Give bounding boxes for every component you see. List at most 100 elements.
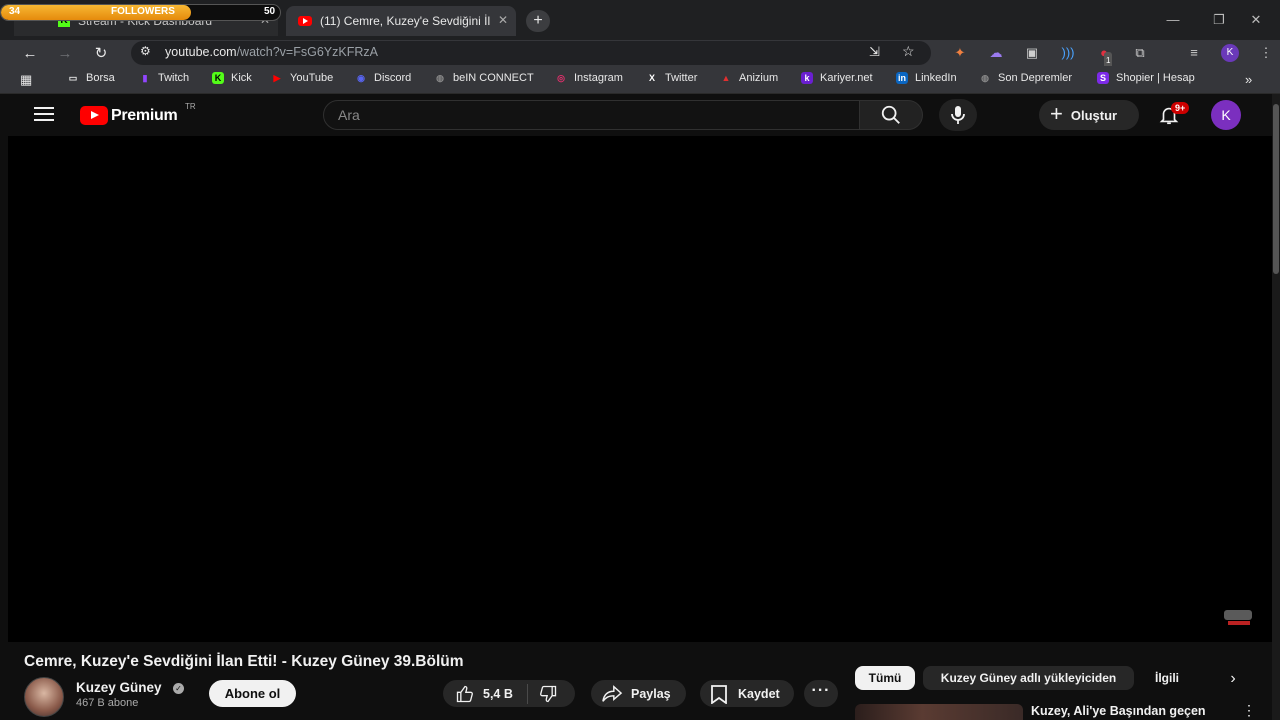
bookmark-item[interactable]: ◍ beIN CONNECT [434, 72, 534, 84]
tab-youtube-video[interactable]: (11) Cemre, Kuzey'e Sevdiğini İl ✕ [286, 6, 516, 36]
bookmarks-bar: ▦ » ▭ Borsa ▮ Twitch K Kick ▶ YouTube ◉ Discord ◍ b… [0, 66, 1280, 94]
x-icon: X [648, 73, 655, 83]
close-tab-icon[interactable]: ✕ [498, 13, 508, 27]
subscribe-button[interactable]: Abone ol [209, 680, 296, 707]
plus-icon: + [1050, 101, 1063, 126]
bookmark-item[interactable]: ◍ Son Depremler [979, 72, 1072, 84]
notifications-button[interactable]: 9+ [1158, 102, 1190, 128]
bookmark-item[interactable]: ▮ Twitch [139, 72, 190, 84]
kick-icon: K [212, 72, 224, 84]
globe-icon: ◍ [981, 73, 989, 83]
audio-extension-icon[interactable]: ))) [1059, 44, 1077, 62]
save-label: Kaydet [738, 686, 780, 701]
followers-goal: 50 [264, 6, 276, 17]
video-player[interactable] [8, 136, 1272, 642]
bookmark-label: Kick [231, 72, 252, 84]
minimize-icon[interactable]: — [1158, 10, 1188, 30]
chip-from-uploader[interactable]: Kuzey Güney adlı yükleyiciden [923, 666, 1134, 690]
create-button[interactable]: + Oluştur [1039, 100, 1139, 130]
save-button[interactable]: Kaydet [700, 680, 794, 707]
channel-avatar[interactable] [24, 677, 64, 717]
restore-icon[interactable]: ❐ [1204, 10, 1234, 30]
bookmark-item[interactable]: ▲ Anizium [720, 72, 779, 84]
dislike-button[interactable] [538, 684, 558, 704]
search-button[interactable] [859, 100, 923, 130]
search-box [323, 100, 860, 130]
bookmark-label: beIN CONNECT [453, 72, 534, 84]
browser-toolbar: ← → ↻ ⚙ youtube.com/watch?v=FsG6YzKFRzA … [0, 40, 1280, 70]
recommended-video-thumbnail[interactable] [855, 704, 1023, 720]
site-info-icon[interactable]: ⚙ [140, 44, 151, 58]
bookmark-item[interactable]: in LinkedIn [896, 72, 957, 84]
anizium-icon: ▲ [721, 73, 731, 83]
bookmark-label: Shopier | Hesap [1116, 72, 1195, 84]
share-button[interactable]: Paylaş [591, 680, 686, 707]
page-scrollbar[interactable] [1272, 94, 1280, 720]
cloud-extension-icon[interactable]: ☁ [987, 44, 1005, 62]
like-dislike-bar: 5,4 B [443, 680, 575, 707]
notification-badge: 9+ [1171, 102, 1190, 114]
bookmark-item[interactable]: K Kick [212, 72, 252, 84]
forward-icon[interactable]: → [54, 43, 76, 65]
bookmark-label: Anizium [739, 72, 779, 84]
bookmark-item[interactable]: X Twitter [646, 72, 697, 84]
search-icon [881, 105, 900, 124]
bookmark-item[interactable]: ◉ Discord [355, 72, 411, 84]
new-tab-button[interactable]: + [526, 10, 550, 32]
fox-extension-icon[interactable]: ✦ [951, 44, 969, 62]
bookmark-star-icon[interactable]: ☆ [902, 43, 915, 60]
kariyer-icon: k [801, 72, 813, 84]
save-bookmark-icon [711, 684, 727, 704]
bookmark-item[interactable]: ▭ Borsa [67, 72, 115, 84]
linkedin-icon: in [896, 72, 908, 84]
chip-all[interactable]: Tümü [855, 666, 915, 690]
glasses-extension-icon[interactable]: ▣ [1023, 44, 1041, 62]
bookmark-label: YouTube [290, 72, 334, 84]
bookmark-label: Twitter [665, 72, 698, 84]
more-actions-button[interactable]: ··· [804, 680, 838, 707]
region-label: TR [185, 102, 196, 111]
close-window-icon[interactable]: ✕ [1241, 10, 1271, 30]
guide-menu-icon[interactable] [34, 107, 54, 123]
like-button[interactable]: 5,4 B [443, 684, 513, 704]
followers-current: 34 [9, 6, 21, 17]
browser-menu-icon[interactable]: ⋮ [1257, 44, 1275, 62]
followers-label: FOLLOWERS [111, 6, 175, 17]
bookmark-label: Twitch [158, 72, 190, 84]
apps-grid-icon[interactable]: ▦ [20, 72, 32, 88]
channel-name[interactable]: Kuzey Güney [76, 680, 162, 695]
voice-search-button[interactable] [939, 99, 977, 131]
recommended-more-icon[interactable]: ⋮ [1242, 702, 1256, 719]
share-label: Paylaş [631, 686, 671, 701]
share-icon [602, 684, 623, 702]
account-avatar[interactable]: K [1211, 100, 1241, 130]
bookmark-item[interactable]: ◎ Instagram [555, 72, 623, 84]
browser-profile-avatar[interactable]: K [1221, 44, 1239, 62]
recommended-video-title[interactable]: Kuzey, Ali'ye Başından geçen [1031, 704, 1206, 718]
logo-text: Premium [111, 106, 178, 124]
globe-icon: ◍ [436, 73, 444, 83]
adblock-extension-icon[interactable]: ●1 [1095, 44, 1113, 70]
back-icon[interactable]: ← [19, 43, 41, 65]
search-input[interactable] [338, 106, 838, 124]
tab-title: (11) Cemre, Kuzey'e Sevdiğini İl [320, 14, 490, 28]
youtube-logo-icon [80, 106, 108, 125]
bookmark-label: Son Depremler [998, 72, 1072, 84]
video-title: Cemre, Kuzey'e Sevdiğini İlan Etti! - Ku… [24, 653, 464, 670]
chevron-right-icon[interactable]: › [1220, 666, 1246, 692]
youtube-icon: ▶ [273, 73, 281, 83]
bookmark-item[interactable]: S Shopier | Hesap [1097, 72, 1195, 84]
shopier-icon: S [1097, 72, 1109, 84]
bookmark-item[interactable]: ▶ YouTube [271, 72, 334, 84]
youtube-premium-logo[interactable]: Premium TR [80, 102, 196, 125]
extensions-puzzle-icon[interactable]: ⧉ [1131, 44, 1149, 62]
reload-icon[interactable]: ↻ [90, 43, 112, 65]
address-bar[interactable]: ⚙ youtube.com/watch?v=FsG6YzKFRzA ⇲ ☆ [131, 41, 931, 65]
install-app-icon[interactable]: ⇲ [869, 44, 880, 60]
chip-related[interactable]: İlgili [1142, 666, 1192, 690]
more-bookmarks-icon[interactable]: » [1245, 72, 1252, 87]
bookmark-item[interactable]: k Kariyer.net [801, 72, 873, 84]
youtube-header: Premium TR + Oluştur 9+ K [0, 94, 1272, 136]
media-controls-icon[interactable]: ≡ [1185, 44, 1203, 62]
scrollbar-thumb[interactable] [1273, 104, 1279, 274]
